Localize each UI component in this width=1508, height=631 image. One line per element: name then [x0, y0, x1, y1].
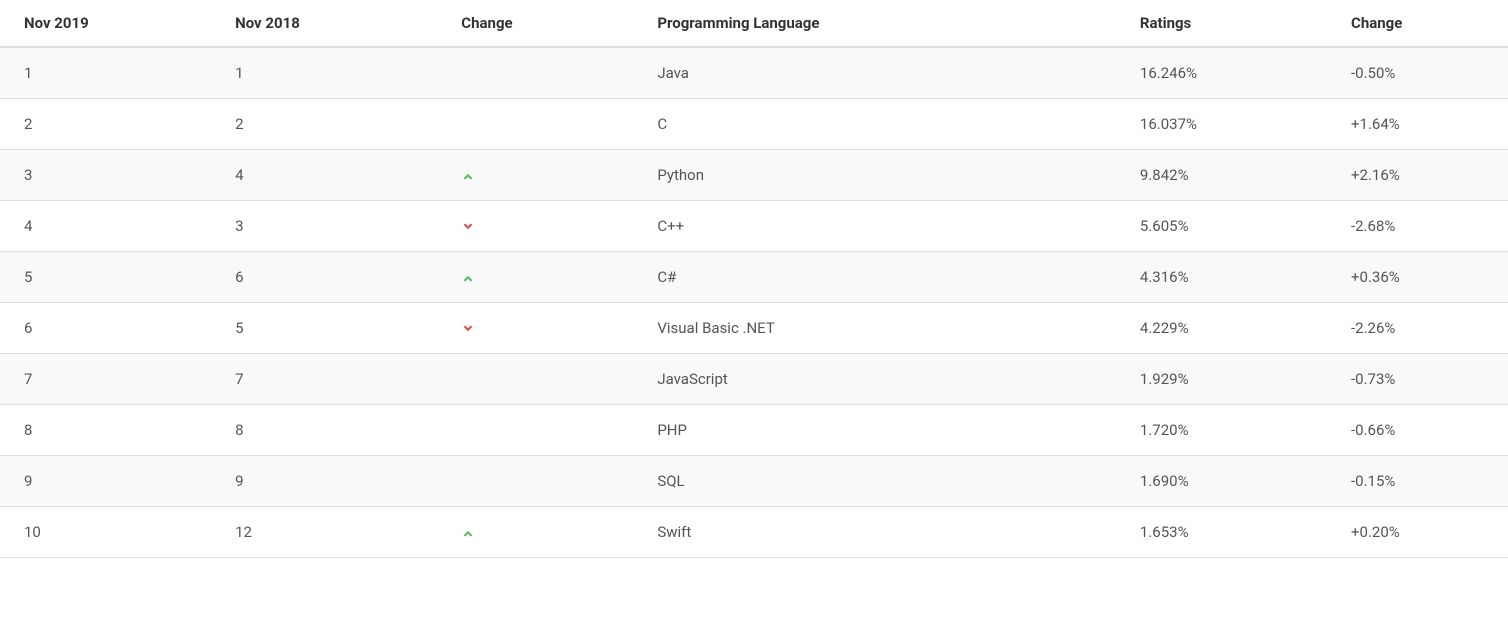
- cell-change-direction: [437, 201, 633, 252]
- cell-rank-2019: 10: [0, 507, 211, 558]
- cell-rank-2019: 9: [0, 456, 211, 507]
- cell-rank-2018: 8: [211, 405, 437, 456]
- table-row: 99 SQL1.690%-0.15%: [0, 456, 1508, 507]
- cell-change-percent: +2.16%: [1327, 150, 1508, 201]
- cell-language: Swift: [633, 507, 1116, 558]
- cell-rank-2019: 1: [0, 47, 211, 99]
- table-header-row: Nov 2019 Nov 2018 Change Programming Lan…: [0, 0, 1508, 47]
- cell-ratings: 16.246%: [1116, 47, 1327, 99]
- cell-ratings: 16.037%: [1116, 99, 1327, 150]
- ranking-table: Nov 2019 Nov 2018 Change Programming Lan…: [0, 0, 1508, 558]
- cell-change-percent: -0.66%: [1327, 405, 1508, 456]
- cell-language: SQL: [633, 456, 1116, 507]
- table-row: 65 Visual Basic .NET4.229%-2.26%: [0, 303, 1508, 354]
- cell-change-direction: [437, 252, 633, 303]
- cell-rank-2019: 8: [0, 405, 211, 456]
- cell-rank-2018: 9: [211, 456, 437, 507]
- cell-language: C: [633, 99, 1116, 150]
- chevron-down-icon: [461, 322, 475, 336]
- header-change-direction: Change: [437, 0, 633, 47]
- cell-change-percent: -2.26%: [1327, 303, 1508, 354]
- header-change-percent: Change: [1327, 0, 1508, 47]
- cell-change-direction: [437, 150, 633, 201]
- cell-language: C++: [633, 201, 1116, 252]
- cell-change-percent: -0.15%: [1327, 456, 1508, 507]
- cell-ratings: 1.690%: [1116, 456, 1327, 507]
- header-ratings: Ratings: [1116, 0, 1327, 47]
- cell-rank-2018: 5: [211, 303, 437, 354]
- cell-rank-2018: 6: [211, 252, 437, 303]
- cell-change-direction: [437, 507, 633, 558]
- chevron-up-icon: [461, 169, 475, 183]
- cell-change-direction: [437, 354, 633, 405]
- cell-change-direction: [437, 303, 633, 354]
- cell-rank-2018: 2: [211, 99, 437, 150]
- cell-rank-2019: 7: [0, 354, 211, 405]
- table-row: 34 Python9.842%+2.16%: [0, 150, 1508, 201]
- chevron-up-icon: [461, 526, 475, 540]
- table-row: 88 PHP1.720%-0.66%: [0, 405, 1508, 456]
- cell-change-percent: -2.68%: [1327, 201, 1508, 252]
- cell-rank-2019: 4: [0, 201, 211, 252]
- cell-change-percent: -0.50%: [1327, 47, 1508, 99]
- cell-ratings: 9.842%: [1116, 150, 1327, 201]
- cell-rank-2018: 4: [211, 150, 437, 201]
- cell-change-percent: +0.36%: [1327, 252, 1508, 303]
- cell-language: Java: [633, 47, 1116, 99]
- cell-rank-2018: 12: [211, 507, 437, 558]
- cell-change-direction: [437, 456, 633, 507]
- cell-change-percent: +1.64%: [1327, 99, 1508, 150]
- cell-change-percent: -0.73%: [1327, 354, 1508, 405]
- table-row: 43 C++5.605%-2.68%: [0, 201, 1508, 252]
- cell-language: PHP: [633, 405, 1116, 456]
- cell-ratings: 4.316%: [1116, 252, 1327, 303]
- cell-rank-2018: 1: [211, 47, 437, 99]
- cell-rank-2019: 2: [0, 99, 211, 150]
- cell-language: C#: [633, 252, 1116, 303]
- chevron-up-icon: [461, 271, 475, 285]
- cell-change-direction: [437, 47, 633, 99]
- header-programming-language: Programming Language: [633, 0, 1116, 47]
- cell-ratings: 1.929%: [1116, 354, 1327, 405]
- chevron-down-icon: [461, 220, 475, 234]
- table-row: 22 C16.037%+1.64%: [0, 99, 1508, 150]
- cell-language: JavaScript: [633, 354, 1116, 405]
- table-row: 77 JavaScript1.929%-0.73%: [0, 354, 1508, 405]
- cell-language: Python: [633, 150, 1116, 201]
- table-row: 1012 Swift1.653%+0.20%: [0, 507, 1508, 558]
- cell-rank-2018: 7: [211, 354, 437, 405]
- cell-ratings: 1.720%: [1116, 405, 1327, 456]
- cell-rank-2018: 3: [211, 201, 437, 252]
- cell-ratings: 1.653%: [1116, 507, 1327, 558]
- cell-change-direction: [437, 405, 633, 456]
- header-nov-2018: Nov 2018: [211, 0, 437, 47]
- table-row: 11 Java16.246%-0.50%: [0, 47, 1508, 99]
- cell-ratings: 4.229%: [1116, 303, 1327, 354]
- header-nov-2019: Nov 2019: [0, 0, 211, 47]
- cell-change-percent: +0.20%: [1327, 507, 1508, 558]
- cell-ratings: 5.605%: [1116, 201, 1327, 252]
- cell-rank-2019: 5: [0, 252, 211, 303]
- cell-rank-2019: 3: [0, 150, 211, 201]
- cell-language: Visual Basic .NET: [633, 303, 1116, 354]
- table-row: 56 C#4.316%+0.36%: [0, 252, 1508, 303]
- cell-rank-2019: 6: [0, 303, 211, 354]
- cell-change-direction: [437, 99, 633, 150]
